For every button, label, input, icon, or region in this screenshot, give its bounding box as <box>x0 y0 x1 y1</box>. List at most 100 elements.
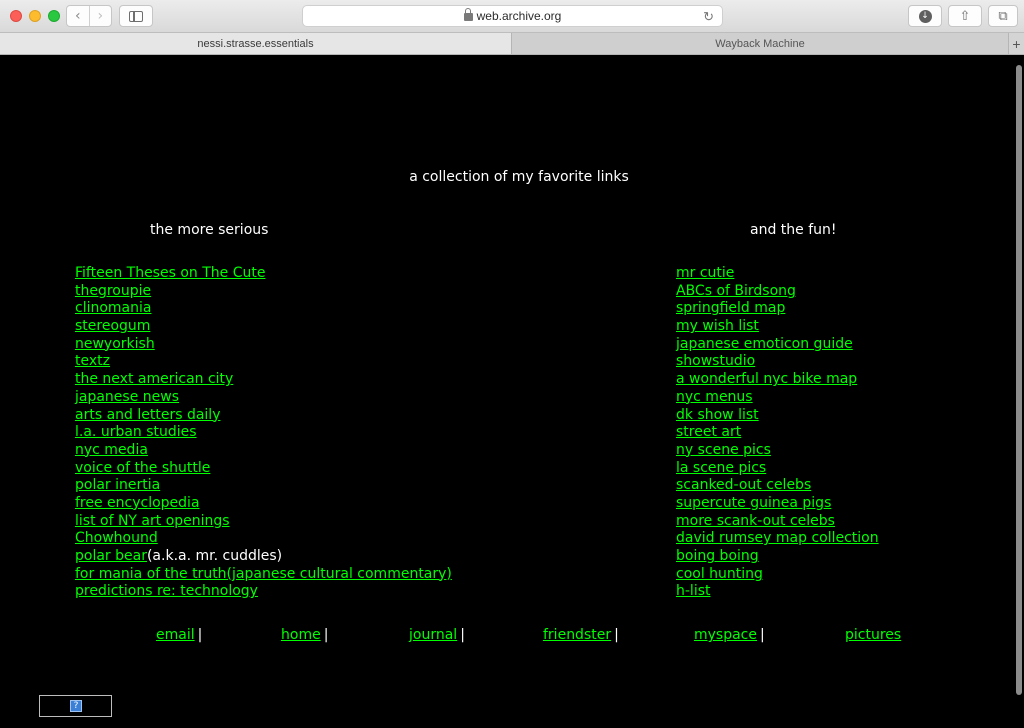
fun-link[interactable]: japanese emoticon guide <box>676 336 853 352</box>
tab-label: nessi.strasse.essentials <box>197 37 314 50</box>
share-button[interactable]: ⇧ <box>948 5 982 27</box>
serious-link[interactable]: for mania of the truth(japanese cultural… <box>75 566 452 582</box>
left-column-title: the more serious <box>150 222 269 238</box>
footer-separator: | <box>760 627 765 643</box>
footer-link-email[interactable]: email <box>156 627 195 643</box>
serious-link[interactable]: japanese news <box>75 389 179 405</box>
address-bar[interactable]: web.archive.org ↻ <box>302 5 723 27</box>
serious-link[interactable]: newyorkish <box>75 336 155 352</box>
fun-link[interactable]: my wish list <box>676 318 759 334</box>
fun-link[interactable]: nyc menus <box>676 389 753 405</box>
fun-link[interactable]: supercute guinea pigs <box>676 495 831 511</box>
serious-link[interactable]: l.a. urban studies <box>75 424 197 440</box>
tab-wayback-machine[interactable]: Wayback Machine <box>512 33 1008 54</box>
serious-link[interactable]: Fifteen Theses on The Cute <box>75 265 265 281</box>
tab-bar: nessi.strasse.essentials Wayback Machine… <box>0 33 1024 55</box>
list-item: list of NY art openings <box>75 513 452 531</box>
fun-link[interactable]: cool hunting <box>676 566 763 582</box>
list-item: springfield map <box>676 300 879 318</box>
page-heading: a collection of my favorite links <box>409 169 629 185</box>
list-item: nyc media <box>75 442 452 460</box>
footer-item: journal | <box>409 627 465 643</box>
tab-nessi-strasse[interactable]: nessi.strasse.essentials <box>0 33 512 54</box>
close-window-button[interactable] <box>10 10 22 22</box>
serious-link[interactable]: nyc media <box>75 442 148 458</box>
list-item: japanese news <box>75 389 452 407</box>
reload-icon[interactable]: ↻ <box>703 9 714 25</box>
list-item: ABCs of Birdsong <box>676 283 879 301</box>
tabs-overview-icon: ⧉ <box>998 8 1008 24</box>
back-arrow-icon[interactable]: ‹ <box>67 6 89 26</box>
serious-link[interactable]: textz <box>75 353 110 369</box>
footer-link-pictures[interactable]: pictures <box>845 627 901 643</box>
list-item: cool hunting <box>676 566 879 584</box>
footer-item: pictures <box>845 627 901 643</box>
list-item: predictions re: technology <box>75 583 452 601</box>
broken-image-icon: ? <box>70 700 82 712</box>
list-item: polar inertia <box>75 477 452 495</box>
footer-item: myspace | <box>694 627 765 643</box>
footer-nav: email | home | journal | friendster | myspace | pi… <box>0 627 1014 647</box>
serious-link[interactable]: free encyclopedia <box>75 495 200 511</box>
serious-link[interactable]: polar bear <box>75 548 147 564</box>
fun-links-list: mr cutie ABCs of Birdsong springfield map m… <box>676 265 879 601</box>
list-item: my wish list <box>676 318 879 336</box>
fun-link[interactable]: ny scene pics <box>676 442 771 458</box>
maximize-window-button[interactable] <box>48 10 60 22</box>
serious-link[interactable]: predictions re: technology <box>75 583 258 599</box>
footer-link-home[interactable]: home <box>281 627 321 643</box>
list-item: voice of the shuttle <box>75 460 452 478</box>
footer-separator: | <box>460 627 465 643</box>
show-tabs-button[interactable]: ⧉ <box>988 5 1018 27</box>
serious-link[interactable]: stereogum <box>75 318 150 334</box>
serious-link[interactable]: Chowhound <box>75 530 158 546</box>
serious-link[interactable]: thegroupie <box>75 283 151 299</box>
list-item: more scank-out celebs <box>676 513 879 531</box>
share-icon: ⇧ <box>959 8 971 24</box>
sidebar-toggle-button[interactable] <box>119 5 153 27</box>
serious-link[interactable]: arts and letters daily <box>75 407 220 423</box>
serious-link[interactable]: list of NY art openings <box>75 513 230 529</box>
serious-link[interactable]: clinomania <box>75 300 151 316</box>
list-item: Chowhound <box>75 530 452 548</box>
fun-link[interactable]: showstudio <box>676 353 755 369</box>
serious-link[interactable]: polar inertia <box>75 477 160 493</box>
minimize-window-button[interactable] <box>29 10 41 22</box>
footer-link-journal[interactable]: journal <box>409 627 457 643</box>
fun-link[interactable]: la scene pics <box>676 460 766 476</box>
list-item: la scene pics <box>676 460 879 478</box>
list-item: h-list <box>676 583 879 601</box>
list-item: clinomania <box>75 300 452 318</box>
serious-link[interactable]: voice of the shuttle <box>75 460 210 476</box>
fun-link[interactable]: boing boing <box>676 548 759 564</box>
list-item: newyorkish <box>75 336 452 354</box>
forward-arrow-icon[interactable]: › <box>88 6 112 26</box>
vertical-scrollbar[interactable] <box>1014 55 1024 728</box>
fun-link[interactable]: a wonderful nyc bike map <box>676 371 857 387</box>
downloads-button[interactable]: ↓ <box>908 5 942 27</box>
serious-link[interactable]: the next american city <box>75 371 233 387</box>
fun-link[interactable]: dk show list <box>676 407 759 423</box>
fun-link[interactable]: street art <box>676 424 741 440</box>
list-item: l.a. urban studies <box>75 424 452 442</box>
list-item: for mania of the truth(japanese cultural… <box>75 566 452 584</box>
list-item: Fifteen Theses on The Cute <box>75 265 452 283</box>
url-text: web.archive.org <box>476 9 562 23</box>
fun-link[interactable]: more scank-out celebs <box>676 513 835 529</box>
scrollbar-thumb[interactable] <box>1016 65 1022 695</box>
fun-link[interactable]: david rumsey map collection <box>676 530 879 546</box>
footer-separator: | <box>197 627 203 643</box>
fun-link[interactable]: mr cutie <box>676 265 734 281</box>
fun-link[interactable]: scanked-out celebs <box>676 477 811 493</box>
footer-link-myspace[interactable]: myspace <box>694 627 757 643</box>
fun-link[interactable]: h-list <box>676 583 711 599</box>
footer-link-friendster[interactable]: friendster <box>543 627 611 643</box>
fun-link[interactable]: ABCs of Birdsong <box>676 283 796 299</box>
fun-link[interactable]: springfield map <box>676 300 785 316</box>
list-item: thegroupie <box>75 283 452 301</box>
list-item: david rumsey map collection <box>676 530 879 548</box>
footer-item: friendster | <box>543 627 619 643</box>
link-annotation: (a.k.a. mr. cuddles) <box>146 548 283 564</box>
new-tab-button[interactable]: + <box>1008 33 1024 54</box>
list-item: nyc menus <box>676 389 879 407</box>
